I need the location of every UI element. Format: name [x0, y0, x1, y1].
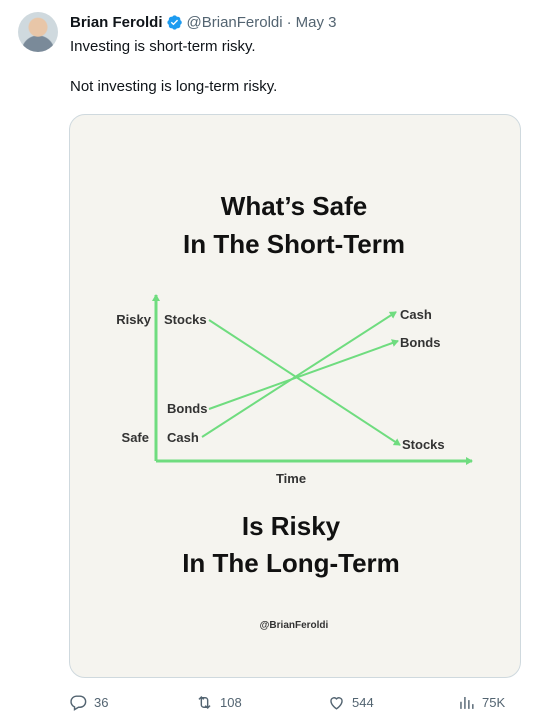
- reply-icon: [70, 694, 87, 711]
- tweet-text-line: Not investing is long-term risky.: [70, 78, 278, 95]
- reply-button[interactable]: 36: [69, 690, 108, 714]
- image-title-line2: In The Short-Term: [183, 229, 405, 259]
- infographic: What’s Safe In The Short-Term Risky Safe…: [116, 191, 473, 631]
- left-label-bonds: Bonds: [167, 401, 207, 416]
- author-handle[interactable]: @BrianFeroldi: [187, 14, 283, 31]
- stocks-line: [208, 319, 401, 446]
- right-label-stocks: Stocks: [402, 437, 445, 452]
- repost-button[interactable]: 108: [195, 690, 242, 714]
- views-count: 75K: [482, 694, 506, 710]
- right-label-cash: Cash: [400, 307, 432, 322]
- bonds-line: [208, 339, 399, 410]
- image-bottom-line1: Is Risky: [242, 511, 341, 541]
- image-credit: @BrianFeroldi: [260, 620, 329, 631]
- repost-icon: [198, 695, 211, 709]
- tweet-text: Investing is short-term risky. Not inves…: [70, 37, 277, 97]
- tweet-image[interactable]: What’s Safe In The Short-Term Risky Safe…: [69, 114, 521, 678]
- image-title-line1: What’s Safe: [221, 191, 367, 221]
- tweet-header: Brian Feroldi @BrianFeroldi · May 3: [70, 12, 336, 32]
- author-name[interactable]: Brian Feroldi: [70, 14, 163, 31]
- y-label-risky: Risky: [116, 312, 151, 327]
- views-button[interactable]: 75K: [457, 690, 505, 714]
- tweet-actions: 36 108 544 75K: [69, 690, 519, 714]
- like-button[interactable]: 544: [327, 690, 374, 714]
- verified-badge-icon[interactable]: [166, 14, 183, 31]
- separator-dot: ·: [286, 13, 292, 31]
- x-label-time: Time: [276, 471, 306, 486]
- avatar[interactable]: [18, 12, 58, 52]
- left-label-cash: Cash: [167, 430, 199, 445]
- tweet-text-line: Investing is short-term risky.: [70, 38, 256, 55]
- y-label-safe: Safe: [122, 430, 149, 445]
- tweet-date[interactable]: May 3: [296, 14, 337, 31]
- like-icon: [330, 696, 343, 710]
- cash-line: [201, 311, 397, 438]
- views-icon: [460, 696, 474, 709]
- like-count: 544: [352, 694, 374, 710]
- reply-count: 36: [94, 694, 109, 710]
- repost-count: 108: [220, 694, 242, 710]
- image-bottom-line2: In The Long-Term: [182, 548, 400, 578]
- left-label-stocks: Stocks: [164, 312, 207, 327]
- right-label-bonds: Bonds: [400, 335, 440, 350]
